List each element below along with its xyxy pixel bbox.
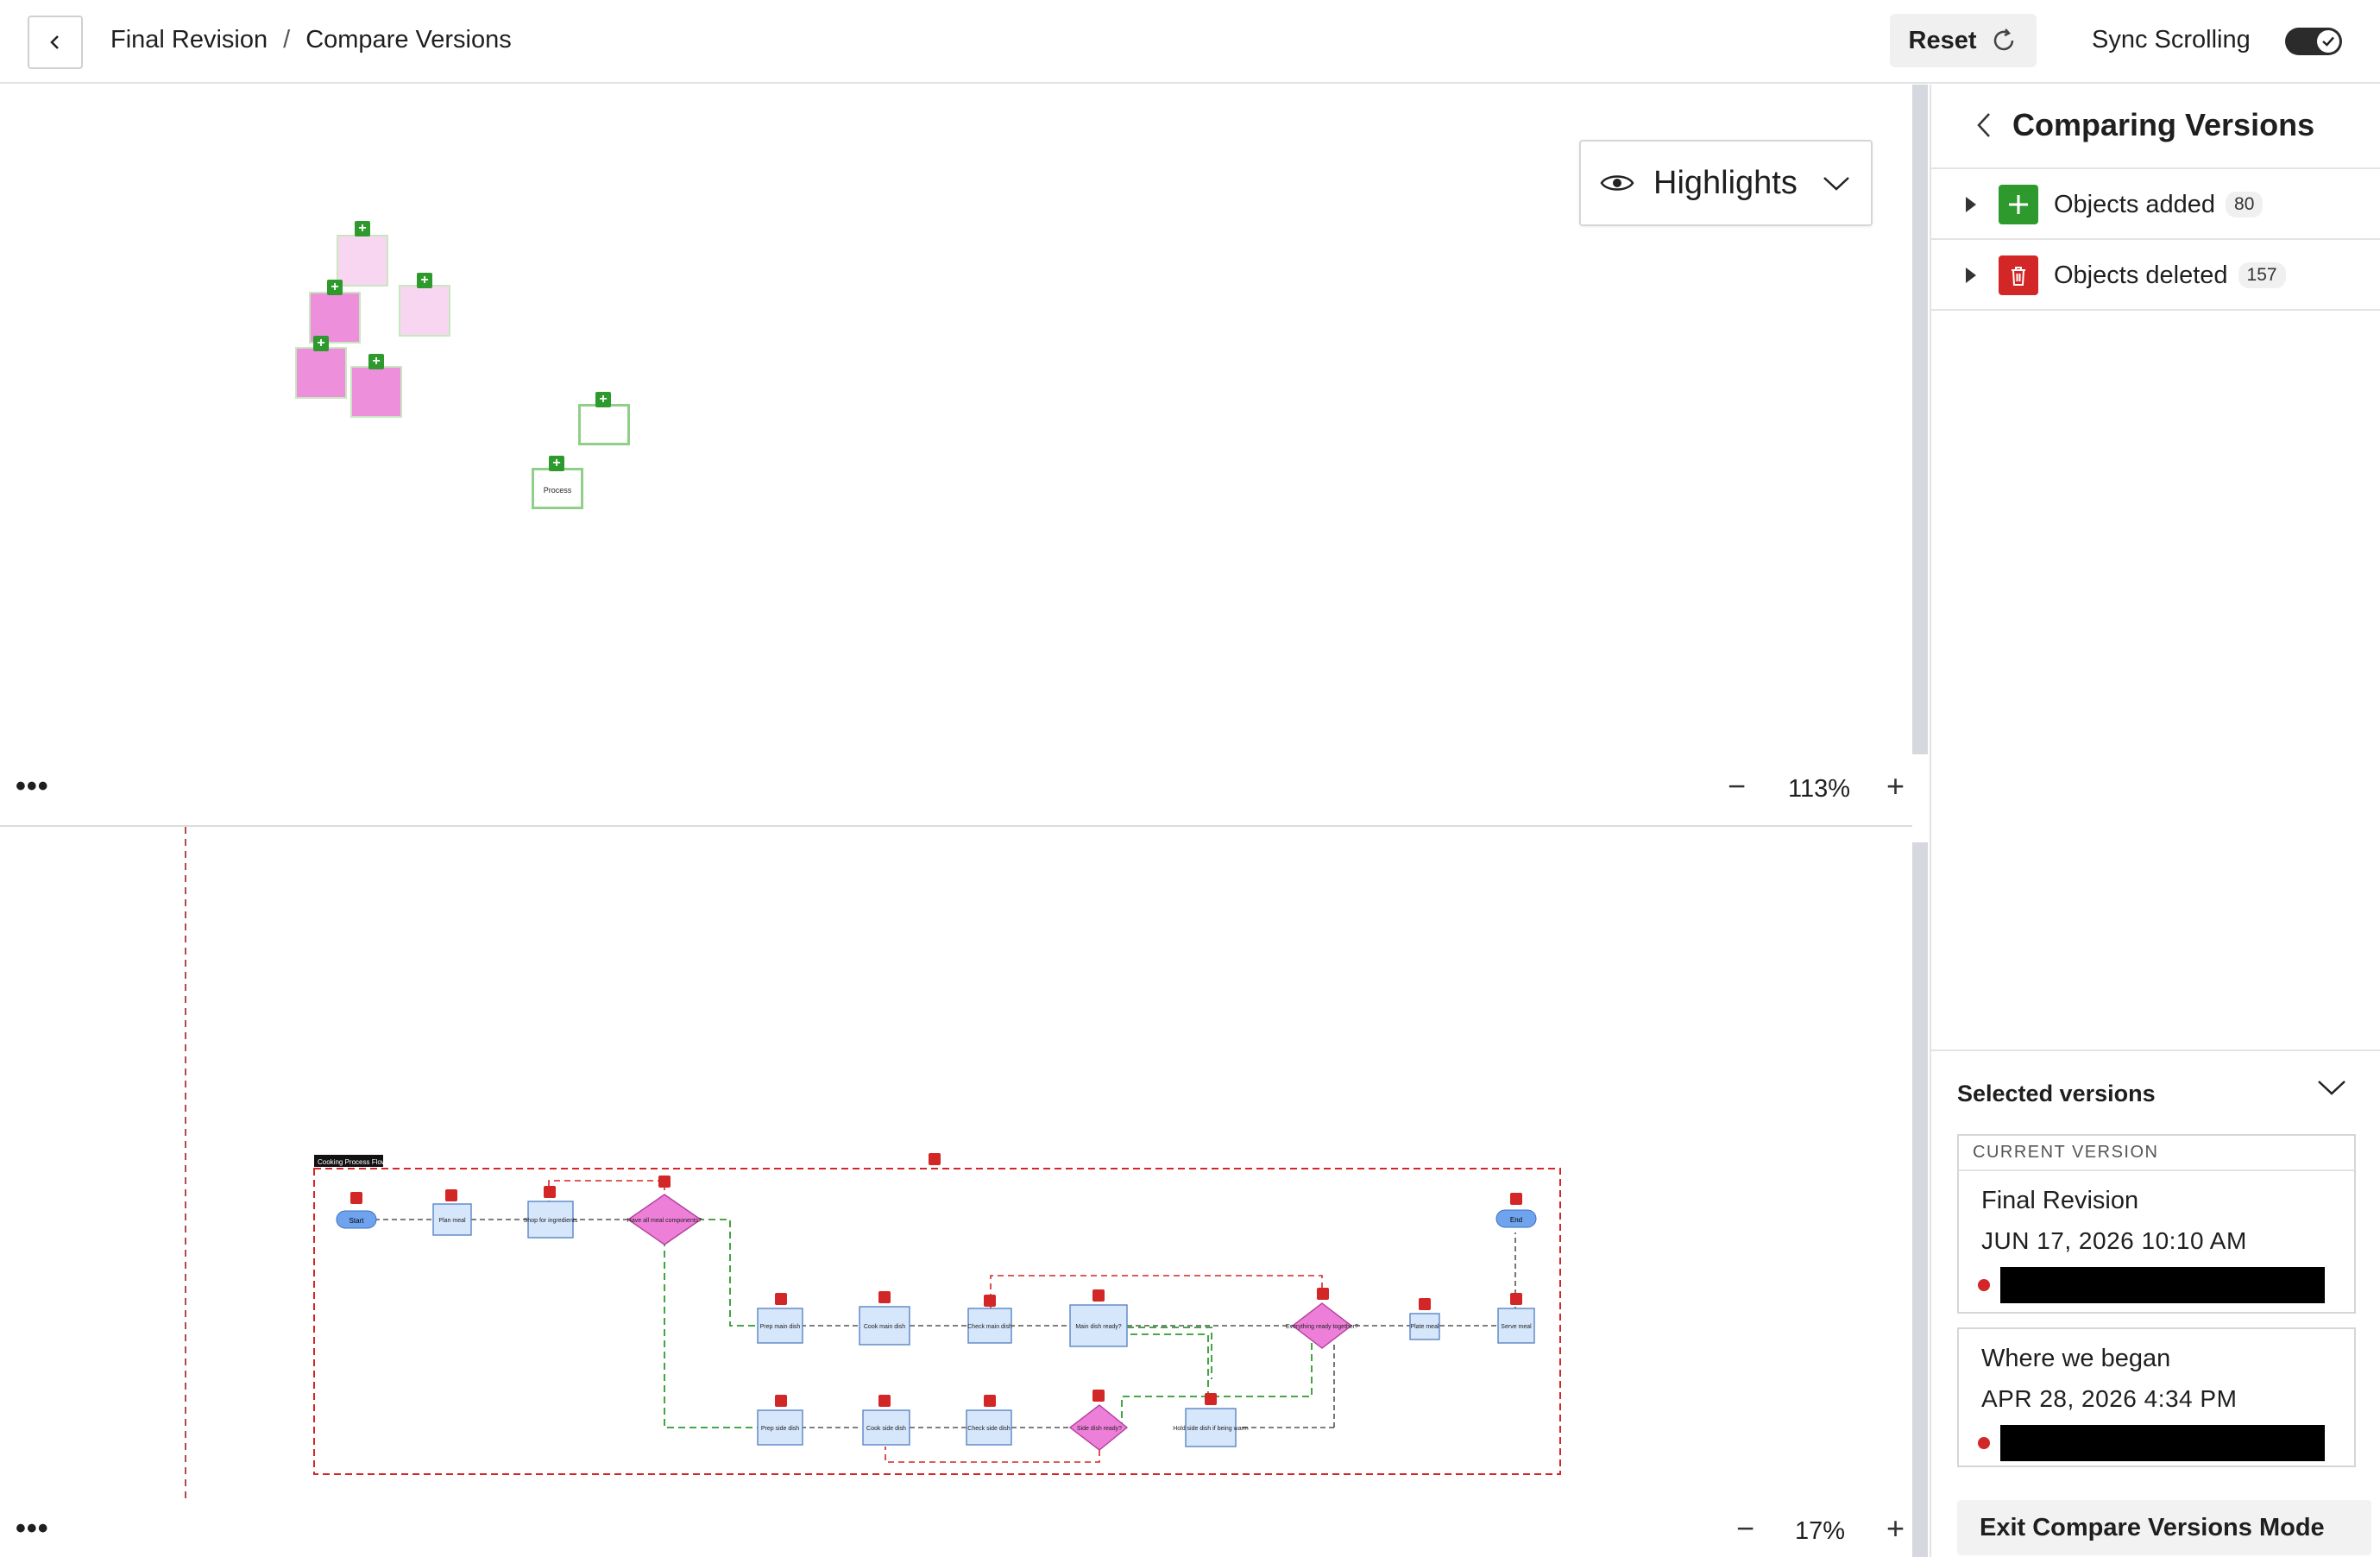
container-label: Cooking Process Flowchart <box>318 1158 402 1166</box>
breadcrumb-separator: / <box>283 26 291 54</box>
zoom-level: 113% <box>1788 775 1851 803</box>
bottom-zoom-bar: ••• − 17% + <box>0 1505 1912 1557</box>
breadcrumb-current: Compare Versions <box>305 26 512 54</box>
current-version-card[interactable]: CURRENT VERSION Final Revision JUN 17, 2… <box>1957 1134 2356 1314</box>
node-end: End <box>1510 1216 1522 1224</box>
version-author <box>1959 1267 2354 1303</box>
previous-version-card[interactable]: Where we began APR 28, 2026 4:34 PM <box>1957 1327 2356 1467</box>
author-dot-icon <box>1978 1437 1990 1449</box>
node-prep-side: Prep side dish <box>761 1426 799 1432</box>
added-badge-icon: + <box>355 221 370 236</box>
zoom-out-button[interactable]: − <box>1736 1510 1754 1547</box>
zoom-in-button[interactable]: + <box>1886 1510 1905 1547</box>
reset-button[interactable]: Reset <box>1890 14 2037 67</box>
node-cook-main: Cook main dish <box>864 1324 905 1330</box>
objects-deleted-row[interactable]: Objects deleted 157 <box>1931 242 2380 311</box>
reset-label: Reset <box>1908 26 1977 54</box>
added-sticky-note[interactable] <box>337 235 388 287</box>
back-button[interactable] <box>28 16 83 69</box>
breadcrumb-root[interactable]: Final Revision <box>110 26 268 54</box>
added-sticky-note[interactable] <box>399 285 450 337</box>
panel-title: Comparing Versions <box>1974 107 2314 143</box>
added-badge-icon: + <box>549 456 564 471</box>
node-start: Start <box>349 1217 365 1225</box>
node-shop: Shop for ingredients <box>524 1218 578 1224</box>
version-author <box>1959 1425 2354 1461</box>
chevron-down-icon[interactable] <box>2316 1077 2347 1098</box>
redacted-author <box>2000 1425 2325 1461</box>
exit-compare-button[interactable]: Exit Compare Versions Mode <box>1957 1500 2371 1555</box>
objects-deleted-count: 157 <box>2238 262 2286 288</box>
eye-icon <box>1600 175 1634 191</box>
breadcrumb: Final Revision / Compare Versions <box>110 26 512 54</box>
vertical-scrollbar[interactable] <box>1912 85 1928 1557</box>
added-sticky-note[interactable] <box>295 347 347 399</box>
process-label: Process <box>543 486 572 495</box>
node-serve: Serve meal <box>1501 1324 1532 1330</box>
expand-caret-icon[interactable] <box>1966 268 1976 283</box>
node-check-main: Check main dish <box>967 1324 1012 1330</box>
author-dot-icon <box>1978 1279 1990 1291</box>
top-zoom-bar: ••• − 113% + <box>0 763 1912 815</box>
chevron-left-icon <box>50 35 59 49</box>
node-plate: Plate meal <box>1410 1324 1439 1330</box>
top-header: Final Revision / Compare Versions Reset … <box>0 0 2380 84</box>
node-main-ready: Main dish ready? <box>1075 1324 1121 1330</box>
selected-versions-heading: Selected versions <box>1957 1081 2156 1106</box>
current-version-tag: CURRENT VERSION <box>1959 1136 2354 1171</box>
added-badge-icon: + <box>327 280 343 295</box>
flowchart-diagram: Cooking Process Flowchart Start End Plan… <box>185 827 1561 1500</box>
trash-icon <box>1999 255 2038 295</box>
zoom-in-button[interactable]: + <box>1886 768 1905 804</box>
node-prep-main: Prep main dish <box>760 1324 801 1330</box>
comparing-versions-panel: Comparing Versions Objects added 80 Obje… <box>1930 85 2380 1557</box>
node-hold-side: Hold side dish if being warm <box>1173 1426 1249 1432</box>
added-process-shape[interactable]: Process <box>532 468 583 509</box>
version-date: APR 28, 2026 4:34 PM <box>1981 1385 2238 1412</box>
compare-versions-app: Final Revision / Compare Versions Reset … <box>0 0 2380 1557</box>
panel-title-text: Comparing Versions <box>2012 107 2315 142</box>
node-side-ready: Side dish ready? <box>1077 1426 1122 1432</box>
node-everything: Everything ready together? <box>1286 1324 1358 1330</box>
objects-added-count: 80 <box>2226 192 2264 217</box>
added-shape[interactable] <box>578 404 630 445</box>
check-icon <box>2322 36 2334 47</box>
added-badge-icon: + <box>417 273 432 288</box>
plus-icon <box>1999 185 2038 224</box>
version-name: Final Revision <box>1981 1187 2139 1214</box>
chevron-left-icon[interactable] <box>1974 110 1993 140</box>
highlights-label: Highlights <box>1653 164 1798 201</box>
chevron-down-icon <box>1823 177 1849 191</box>
node-have-all: Have all meal components? <box>627 1218 702 1224</box>
more-options-icon[interactable]: ••• <box>16 770 49 804</box>
node-plan: Plan meal <box>438 1218 466 1224</box>
version-name: Where we began <box>1981 1345 2171 1372</box>
added-badge-icon: + <box>595 392 611 407</box>
node-check-side: Check side dish <box>967 1426 1011 1432</box>
objects-added-label: Objects added <box>2054 190 2216 218</box>
refresh-icon <box>1993 28 2013 51</box>
objects-added-row[interactable]: Objects added 80 <box>1931 171 2380 240</box>
highlights-dropdown[interactable]: Highlights <box>1579 140 1873 226</box>
version-date: JUN 17, 2026 10:10 AM <box>1981 1227 2247 1254</box>
more-options-icon[interactable]: ••• <box>16 1512 49 1546</box>
redacted-author <box>2000 1267 2325 1303</box>
sync-scrolling-label: Sync Scrolling <box>2092 26 2251 54</box>
objects-deleted-label: Objects deleted <box>2054 261 2228 289</box>
added-badge-icon: + <box>313 336 329 351</box>
zoom-level: 17% <box>1795 1517 1846 1545</box>
toggle-knob <box>2317 30 2339 53</box>
previous-version-canvas[interactable]: Cooking Process Flowchart Start End Plan… <box>0 827 1912 1522</box>
added-sticky-note[interactable] <box>350 366 402 418</box>
node-cook-side: Cook side dish <box>866 1426 906 1432</box>
zoom-out-button[interactable]: − <box>1728 768 1746 804</box>
expand-caret-icon[interactable] <box>1966 197 1976 212</box>
added-badge-icon: + <box>368 354 384 369</box>
sync-scrolling-toggle[interactable] <box>2285 28 2342 55</box>
selected-versions-section: Selected versions CURRENT VERSION Final … <box>1931 1050 2380 1467</box>
